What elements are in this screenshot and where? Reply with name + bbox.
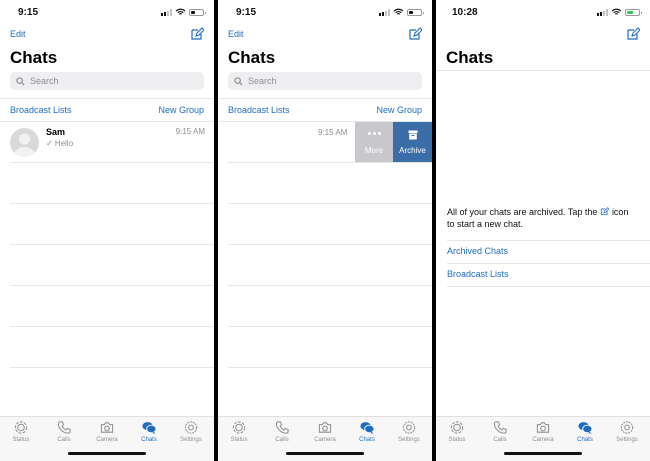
- divider: [447, 240, 650, 241]
- status-icon: [231, 420, 247, 435]
- broadcast-lists-link[interactable]: Broadcast Lists: [10, 105, 72, 115]
- tab-calls[interactable]: Calls: [479, 420, 521, 443]
- tab-chats[interactable]: Chats: [564, 420, 606, 443]
- battery-icon: [189, 8, 206, 16]
- battery-icon: [625, 8, 642, 16]
- compose-icon: [600, 207, 609, 216]
- search-input[interactable]: Search: [10, 72, 204, 90]
- settings-icon: [401, 420, 417, 435]
- compose-icon[interactable]: [408, 27, 422, 41]
- home-indicator[interactable]: [504, 452, 582, 455]
- broadcast-lists-link[interactable]: Broadcast Lists: [228, 105, 290, 115]
- chat-name: Sam: [46, 127, 66, 137]
- divider: [447, 263, 650, 264]
- search-placeholder: Search: [248, 76, 277, 86]
- status-bar: 9:15: [0, 0, 214, 24]
- list-actions: Broadcast Lists New Group: [218, 98, 432, 122]
- tab-calls[interactable]: Calls: [261, 420, 303, 443]
- status-time: 10:28: [452, 7, 478, 18]
- chats-icon: [359, 420, 375, 435]
- avatar-icon: [10, 128, 39, 157]
- chat-time: 9:15 AM: [318, 128, 348, 137]
- wifi-icon: [393, 8, 404, 16]
- camera-icon: [535, 420, 551, 435]
- tab-camera[interactable]: Camera: [522, 420, 564, 443]
- chats-icon: [577, 420, 593, 435]
- search-icon: [234, 77, 243, 86]
- battery-icon: [407, 8, 424, 16]
- tab-bar: Status Calls Camera Chats Settings: [436, 416, 650, 461]
- broadcast-lists-link[interactable]: Broadcast Lists: [447, 269, 509, 279]
- screen-all-archived: 10:28 Chats All of your chats are archiv…: [436, 0, 650, 461]
- archive-button[interactable]: Archive: [393, 122, 432, 163]
- chat-time: 9:15 AM: [175, 127, 205, 136]
- more-icon: [355, 132, 393, 135]
- wifi-icon: [175, 8, 186, 16]
- more-label: More: [364, 146, 384, 155]
- empty-rows: [10, 162, 214, 408]
- status-time: 9:15: [236, 7, 257, 18]
- new-group-link[interactable]: New Group: [158, 105, 204, 115]
- status-icon: [449, 420, 465, 435]
- signal-icon: [161, 8, 172, 16]
- archived-message: All of your chats are archived. Tap the …: [447, 207, 629, 229]
- page-title: Chats: [10, 48, 58, 67]
- tab-status[interactable]: Status: [218, 420, 260, 443]
- tab-settings[interactable]: Settings: [170, 420, 212, 443]
- compose-icon[interactable]: [626, 27, 640, 41]
- tab-calls[interactable]: Calls: [43, 420, 85, 443]
- list-actions: Broadcast Lists New Group: [0, 98, 214, 122]
- page-title: Chats: [446, 48, 494, 67]
- search-icon: [16, 77, 25, 86]
- empty-rows: [228, 162, 432, 408]
- edit-button[interactable]: Edit: [228, 29, 244, 39]
- settings-icon: [619, 420, 635, 435]
- tab-camera[interactable]: Camera: [304, 420, 346, 443]
- search-placeholder: Search: [30, 76, 59, 86]
- calls-icon: [56, 420, 72, 435]
- more-button[interactable]: More: [355, 122, 393, 163]
- tab-chats[interactable]: Chats: [128, 420, 170, 443]
- search-input[interactable]: Search: [228, 72, 422, 90]
- screen-chat-swiped: 9:15 Edit Chats Search Broadcast Lists N…: [218, 0, 432, 461]
- home-indicator[interactable]: [286, 452, 364, 455]
- chat-row[interactable]: Sam 9:15 AM ✓ Hello: [0, 122, 214, 162]
- compose-icon[interactable]: [190, 27, 204, 41]
- page-title: Chats: [228, 48, 276, 67]
- signal-icon: [379, 8, 390, 16]
- new-group-link[interactable]: New Group: [376, 105, 422, 115]
- screen-chats-list: 9:15 Edit Chats Search Broadcast Lists N…: [0, 0, 214, 461]
- camera-icon: [317, 420, 333, 435]
- tab-status[interactable]: Status: [436, 420, 478, 443]
- tab-bar: Status Calls Camera Chats Settings: [218, 416, 432, 461]
- archive-label: Archive: [399, 146, 426, 155]
- camera-icon: [99, 420, 115, 435]
- wifi-icon: [611, 8, 622, 16]
- tab-settings[interactable]: Settings: [388, 420, 430, 443]
- calls-icon: [274, 420, 290, 435]
- chat-preview: ✓ Hello: [46, 139, 74, 148]
- chats-icon: [141, 420, 157, 435]
- status-time: 9:15: [18, 7, 39, 18]
- divider: [447, 286, 650, 287]
- status-bar: 9:15: [218, 0, 432, 24]
- archive-icon: [408, 130, 418, 140]
- archived-chats-link[interactable]: Archived Chats: [447, 246, 508, 256]
- tab-bar: Status Calls Camera Chats Settings: [0, 416, 214, 461]
- tab-status[interactable]: Status: [0, 420, 42, 443]
- edit-button[interactable]: Edit: [10, 29, 26, 39]
- tab-camera[interactable]: Camera: [86, 420, 128, 443]
- settings-icon: [183, 420, 199, 435]
- tab-chats[interactable]: Chats: [346, 420, 388, 443]
- calls-icon: [492, 420, 508, 435]
- chat-row-swiped[interactable]: 9:15 AM More Archive: [218, 122, 432, 163]
- signal-icon: [597, 8, 608, 16]
- home-indicator[interactable]: [68, 452, 146, 455]
- divider: [436, 70, 650, 71]
- status-bar: 10:28: [436, 0, 650, 24]
- status-icon: [13, 420, 29, 435]
- tab-settings[interactable]: Settings: [606, 420, 648, 443]
